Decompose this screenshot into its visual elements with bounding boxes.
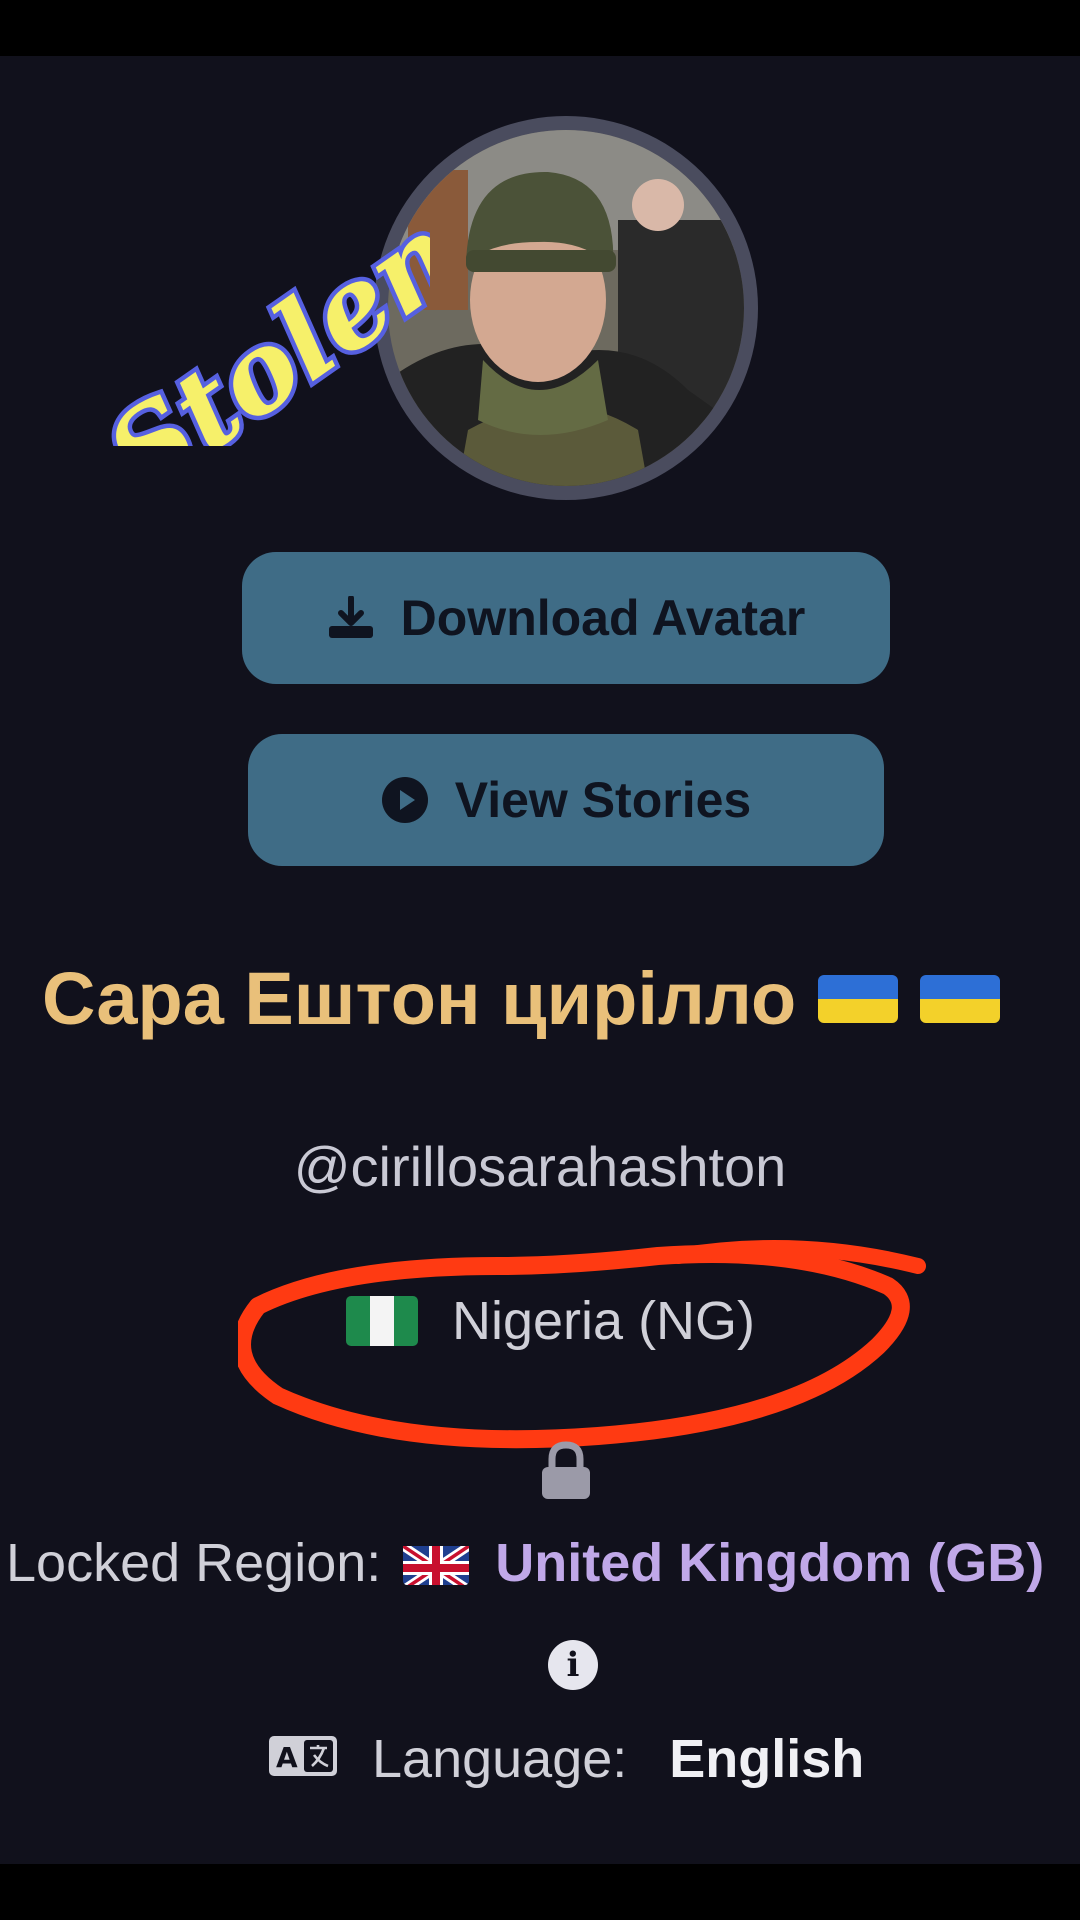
profile-screen: Stolen Download Avatar View Stories Сара… xyxy=(0,56,1080,1864)
download-icon xyxy=(327,596,375,640)
username-handle: @cirillosarahashton xyxy=(293,1135,787,1198)
avatar-frame xyxy=(374,116,758,500)
svg-text:Stolen: Stolen xyxy=(84,189,430,446)
download-avatar-button[interactable]: Download Avatar xyxy=(242,552,890,684)
bottom-bar xyxy=(0,1864,1080,1920)
download-avatar-label: Download Avatar xyxy=(400,590,806,646)
locked-region-label: Locked Region: xyxy=(6,1533,382,1593)
view-stories-label: View Stories xyxy=(454,772,752,828)
ukraine-flag-icon xyxy=(920,974,1001,1023)
svg-text:A: A xyxy=(276,1741,298,1774)
language-value: English xyxy=(669,1729,865,1789)
lock-icon xyxy=(542,1441,590,1499)
red-annotation-circle xyxy=(238,1240,926,1449)
translate-icon: A xyxy=(268,1728,338,1790)
profile-name: Сара Ештон цирілло xyxy=(42,956,1001,1041)
avatar[interactable] xyxy=(388,130,744,486)
language-row: A Language: English xyxy=(268,1728,864,1790)
locked-region-value: United Kingdom (GB) xyxy=(495,1533,1045,1593)
language-label: Language: xyxy=(372,1729,628,1789)
view-stories-button[interactable]: View Stories xyxy=(248,734,884,866)
avatar-photo xyxy=(388,130,744,486)
display-name: Сара Ештон цирілло xyxy=(42,957,797,1040)
locked-region-row: Locked Region: United Kingdom (GB) xyxy=(6,1532,1044,1594)
ukraine-flag-icon xyxy=(818,974,899,1023)
play-icon xyxy=(381,776,429,824)
uk-flag-icon xyxy=(403,1541,470,1585)
info-icon[interactable]: i xyxy=(548,1640,598,1690)
stolen-stamp: Stolen xyxy=(79,185,430,446)
